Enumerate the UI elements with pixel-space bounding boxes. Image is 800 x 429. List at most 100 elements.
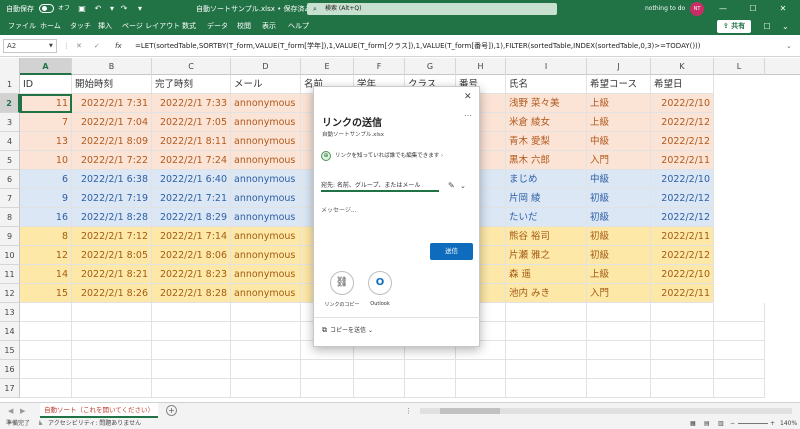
cell-b12[interactable]: 2022/2/1 8:26	[72, 284, 152, 303]
row-header-6[interactable]: 6	[0, 170, 20, 189]
search-input[interactable]: ⌕ 検索 (Alt+Q)	[307, 3, 557, 15]
cell-i4[interactable]: 青木 愛梨	[506, 132, 587, 151]
header-cell-k[interactable]: 希望日	[651, 75, 714, 94]
cell-j10[interactable]: 初級	[587, 246, 651, 265]
pencil-icon[interactable]: ✎	[448, 180, 455, 192]
row-header-17[interactable]: 17	[0, 379, 20, 398]
cell-c10[interactable]: 2022/2/1 8:06	[152, 246, 231, 265]
row-header-8[interactable]: 8	[0, 208, 20, 227]
ribbon-collapse-icon[interactable]: ⌄	[782, 18, 789, 35]
cell-i8[interactable]: たいだ	[506, 208, 587, 227]
cell-a6[interactable]: 6	[20, 170, 72, 189]
chevron-down-icon[interactable]: ⌄	[460, 180, 466, 192]
header-cell-c[interactable]: 完了時刻	[152, 75, 231, 94]
empty-cell[interactable]	[301, 379, 354, 398]
cell-a9[interactable]: 8	[20, 227, 72, 246]
empty-cell[interactable]	[506, 379, 587, 398]
empty-cell[interactable]	[405, 360, 456, 379]
column-header-l[interactable]: L	[714, 58, 765, 75]
zoom-level[interactable]: 140%	[780, 418, 797, 429]
cell-d2[interactable]: annonymous	[231, 94, 301, 113]
name-box-dropdown-icon[interactable]: ▼	[49, 39, 53, 53]
cell-d3[interactable]: annonymous	[231, 113, 301, 132]
column-header-e[interactable]: E	[301, 58, 354, 75]
cell-j3[interactable]: 上級	[587, 113, 651, 132]
empty-cell[interactable]	[456, 360, 506, 379]
empty-cell[interactable]	[506, 322, 587, 341]
more-options-icon[interactable]: ⋯	[464, 111, 472, 120]
row-header-9[interactable]: 9	[0, 227, 20, 246]
cell-a8[interactable]: 16	[20, 208, 72, 227]
undo-dropdown-icon[interactable]: ▾	[106, 3, 118, 15]
cell-a10[interactable]: 12	[20, 246, 72, 265]
document-title[interactable]: 自動ソートサンプル.xlsx • 保存済み ∨	[196, 0, 319, 18]
tab-data[interactable]: データ	[207, 18, 228, 35]
column-header-d[interactable]: D	[231, 58, 301, 75]
close-icon[interactable]: ✕	[464, 92, 472, 102]
cell-j5[interactable]: 入門	[587, 151, 651, 170]
column-header-f[interactable]: F	[354, 58, 405, 75]
row-header-13[interactable]: 13	[0, 303, 20, 322]
tab-formulas[interactable]: 数式	[182, 18, 196, 35]
empty-cell[interactable]	[72, 341, 152, 360]
cell-d10[interactable]: annonymous	[231, 246, 301, 265]
tab-touch[interactable]: タッチ	[70, 18, 91, 35]
cell-k12[interactable]: 2022/2/11	[651, 284, 714, 303]
cell-b3[interactable]: 2022/2/1 7:04	[72, 113, 152, 132]
empty-cell[interactable]	[231, 341, 301, 360]
row-header-5[interactable]: 5	[0, 151, 20, 170]
page-break-view-icon[interactable]: ▥	[718, 418, 724, 429]
cell-a11[interactable]: 14	[20, 265, 72, 284]
cell-b8[interactable]: 2022/2/1 8:28	[72, 208, 152, 227]
save-icon[interactable]: ▣	[76, 3, 88, 15]
cell-d8[interactable]: annonymous	[231, 208, 301, 227]
enter-icon[interactable]: ✓	[94, 39, 100, 53]
cell-k8[interactable]: 2022/2/12	[651, 208, 714, 227]
empty-cell[interactable]	[714, 303, 765, 322]
cell-i2[interactable]: 浅野 菜々美	[506, 94, 587, 113]
share-button[interactable]: ⇪ 共有	[717, 20, 751, 33]
cell-a12[interactable]: 15	[20, 284, 72, 303]
accessibility-icon[interactable]: ♿	[38, 418, 43, 429]
accessibility-status[interactable]: アクセシビリティ: 問題ありません	[48, 418, 141, 429]
empty-cell[interactable]	[456, 379, 506, 398]
cell-c8[interactable]: 2022/2/1 8:29	[152, 208, 231, 227]
cell-k4[interactable]: 2022/2/12	[651, 132, 714, 151]
message-input[interactable]: メッセージ...	[321, 205, 357, 214]
empty-cell[interactable]	[72, 303, 152, 322]
cell-a3[interactable]: 7	[20, 113, 72, 132]
cell-k7[interactable]: 2022/2/12	[651, 189, 714, 208]
cell-b6[interactable]: 2022/2/1 6:38	[72, 170, 152, 189]
empty-cell[interactable]	[231, 360, 301, 379]
cell-i12[interactable]: 池内 みき	[506, 284, 587, 303]
empty-cell[interactable]	[72, 360, 152, 379]
cell-d12[interactable]: annonymous	[231, 284, 301, 303]
maximize-icon[interactable]: ☐	[738, 0, 768, 18]
row-header-16[interactable]: 16	[0, 360, 20, 379]
row-header-7[interactable]: 7	[0, 189, 20, 208]
empty-cell[interactable]	[231, 379, 301, 398]
cell-c7[interactable]: 2022/2/1 7:21	[152, 189, 231, 208]
header-cell-b[interactable]: 開始時刻	[72, 75, 152, 94]
recipients-input[interactable]: 宛先: 名前、グループ、またはメール	[321, 180, 439, 192]
cell-c4[interactable]: 2022/2/1 8:11	[152, 132, 231, 151]
tab-file[interactable]: ファイル	[8, 18, 36, 35]
empty-cell[interactable]	[20, 303, 72, 322]
empty-cell[interactable]	[651, 341, 714, 360]
cell-d7[interactable]: annonymous	[231, 189, 301, 208]
cell-j6[interactable]: 中級	[587, 170, 651, 189]
normal-view-icon[interactable]: ▦	[690, 418, 696, 429]
cell-k9[interactable]: 2022/2/11	[651, 227, 714, 246]
outlook-option[interactable]: O Outlook	[360, 271, 400, 307]
copy-link-option[interactable]: ⛓ リンクのコピー	[322, 271, 362, 308]
cell-b7[interactable]: 2022/2/1 7:19	[72, 189, 152, 208]
empty-cell[interactable]	[152, 303, 231, 322]
empty-cell[interactable]	[506, 341, 587, 360]
empty-cell[interactable]	[651, 379, 714, 398]
column-header-g[interactable]: G	[405, 58, 456, 75]
empty-cell[interactable]	[152, 360, 231, 379]
cell-d4[interactable]: annonymous	[231, 132, 301, 151]
row-header-4[interactable]: 4	[0, 132, 20, 151]
close-icon[interactable]: ✕	[768, 0, 798, 18]
cell-a4[interactable]: 13	[20, 132, 72, 151]
